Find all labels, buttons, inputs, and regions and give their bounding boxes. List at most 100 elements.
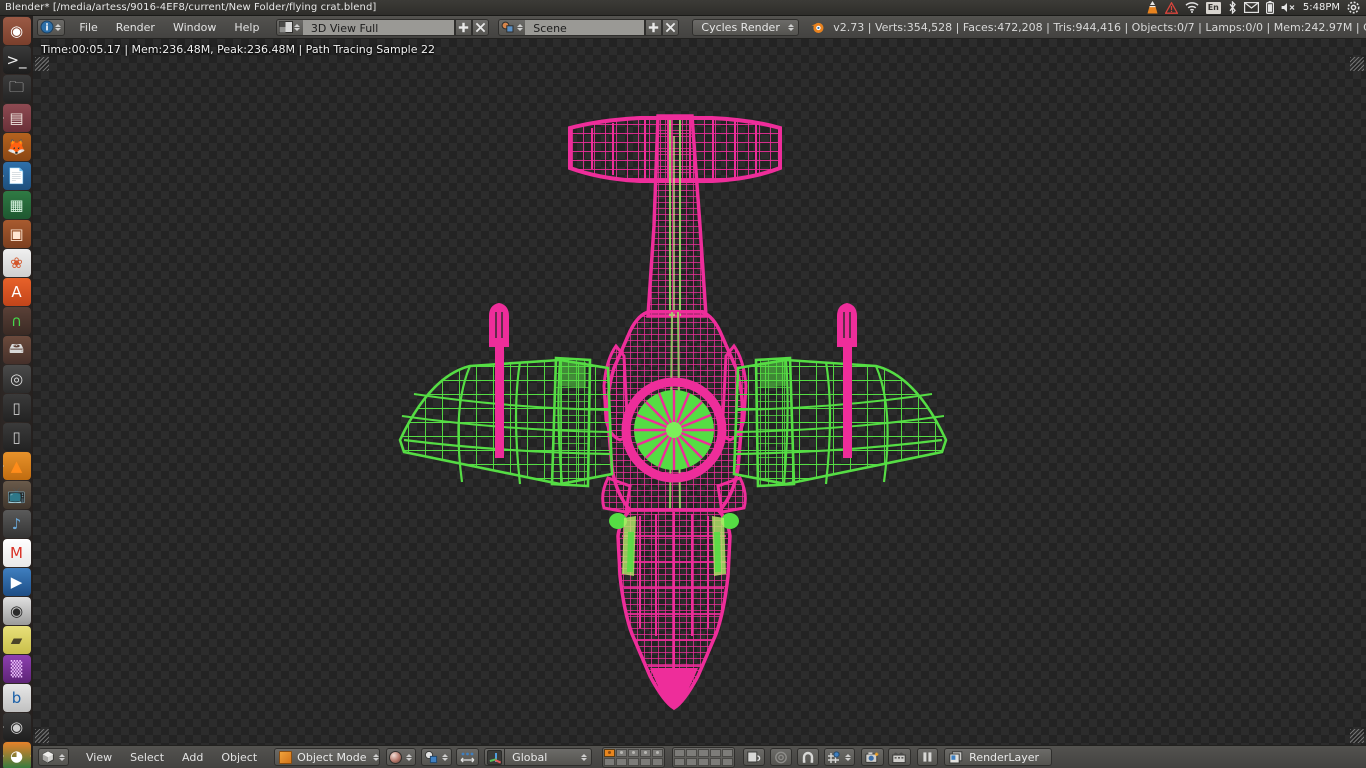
layer-cell-13[interactable] (628, 757, 640, 766)
scene-name[interactable]: Scene (525, 18, 646, 36)
scene-spinner[interactable] (515, 23, 524, 31)
scene-delete-button[interactable] (662, 18, 680, 36)
layer-row-bottom[interactable] (604, 757, 664, 766)
viewport-corner-handle-br[interactable] (1350, 729, 1364, 743)
render-still-button[interactable] (861, 748, 885, 766)
menu-add[interactable]: Add (173, 749, 212, 766)
layer-cell-7[interactable] (686, 748, 698, 757)
cd-drive-icon[interactable]: ◎ (2, 365, 31, 393)
viewport-corner-handle-tl[interactable] (35, 57, 49, 71)
orientation-dropdown[interactable]: Global (504, 748, 593, 766)
layer-cell-6[interactable] (674, 748, 686, 757)
ubuntu-dash-icon[interactable]: ◉ (2, 17, 31, 45)
menu-object[interactable]: Object (212, 749, 266, 766)
scene-selector[interactable]: Scene (498, 18, 680, 36)
lock-camera-button[interactable] (743, 748, 766, 766)
3d-viewport[interactable]: Time:00:05.17 | Mem:236.48M, Peak:236.48… (33, 39, 1366, 745)
libreoffice-calc-icon[interactable]: ▦ (2, 191, 31, 219)
screen-layout-icon-button[interactable] (275, 18, 303, 36)
clock[interactable]: 5:48PM (1303, 2, 1340, 13)
pivot-spinner[interactable] (440, 753, 449, 761)
screen-layout-selector[interactable]: 3D View Full (275, 18, 489, 36)
layer-row-bottom[interactable] (674, 757, 734, 766)
menu-view[interactable]: View (77, 749, 121, 766)
equalizer-icon[interactable]: ▒ (2, 655, 31, 683)
layer-cell-20[interactable] (722, 757, 734, 766)
scene-icon-button[interactable] (498, 18, 526, 36)
media-player-icon[interactable]: ▶ (2, 568, 31, 596)
scene-layers-block-2[interactable] (672, 746, 736, 768)
camera-icon[interactable]: ◉ (2, 713, 31, 741)
webcam-icon[interactable]: ◉ (2, 597, 31, 625)
menu-render[interactable]: Render (107, 19, 164, 36)
render-engine-dropdown[interactable]: Cycles Render (692, 18, 800, 36)
screen-layout-name[interactable]: 3D View Full (302, 18, 455, 36)
scene-add-button[interactable] (645, 18, 663, 36)
menu-window[interactable]: Window (164, 19, 225, 36)
layer-cell-10[interactable] (722, 748, 734, 757)
editor-type-spinner[interactable] (57, 753, 66, 761)
usb-drive-icon[interactable]: 🖴 (2, 336, 31, 364)
layer-cell-18[interactable] (698, 757, 710, 766)
tv-icon[interactable]: 📺 (2, 481, 31, 509)
layer-cell-8[interactable] (698, 748, 710, 757)
menu-help[interactable]: Help (225, 19, 268, 36)
layer-cell-3[interactable] (628, 748, 640, 757)
manipulator-toggle-button[interactable] (456, 748, 480, 766)
firefox-icon[interactable]: 🦊 (2, 133, 31, 161)
pause-render-button[interactable] (917, 748, 939, 766)
warning-triangle-icon[interactable] (1164, 1, 1178, 15)
volume-mute-icon[interactable] (1281, 1, 1296, 15)
layer-cell-5[interactable] (652, 748, 664, 757)
archive-manager-icon[interactable]: ▤ (2, 104, 31, 132)
screen-layout-add-button[interactable] (454, 18, 472, 36)
render-layer-dropdown[interactable]: RenderLayer (944, 748, 1053, 766)
terminal-icon[interactable]: >_ (2, 46, 31, 74)
layer-cell-14[interactable] (640, 757, 652, 766)
vlc-icon[interactable]: ▲ (2, 452, 31, 480)
manipulator-translate-button[interactable] (484, 748, 505, 766)
layer-cell-9[interactable] (710, 748, 722, 757)
blue-b-icon[interactable]: b (2, 684, 31, 712)
layer-cell-15[interactable] (652, 757, 664, 766)
device-phone-icon[interactable]: ▯ (2, 394, 31, 422)
gmail-icon[interactable]: M (2, 539, 31, 567)
pivot-point-dropdown[interactable] (421, 748, 453, 766)
snap-target-dropdown[interactable] (824, 748, 856, 766)
viewport-shading-dropdown[interactable] (386, 748, 417, 766)
snap-target-spinner[interactable] (843, 753, 852, 761)
envelope-icon[interactable] (1243, 1, 1259, 15)
editor-type-info-button[interactable] (36, 18, 65, 36)
transform-orientation-selector[interactable]: Global (484, 748, 593, 766)
viewport-corner-handle-bl[interactable] (35, 729, 49, 743)
proportional-edit-button[interactable] (770, 748, 793, 766)
editor-type-spinner[interactable] (54, 23, 63, 31)
layer-cell-4[interactable] (640, 748, 652, 757)
headphones-icon[interactable]: ∩ (2, 307, 31, 335)
wifi-icon[interactable] (1185, 1, 1199, 15)
color-wheel-icon[interactable]: ❀ (2, 249, 31, 277)
layer-cell-11[interactable] (604, 757, 616, 766)
vlc-cone-icon[interactable] (1147, 1, 1158, 15)
layer-cell-17[interactable] (686, 757, 698, 766)
files-icon[interactable]: 🗀 (2, 75, 31, 103)
libreoffice-impress-icon[interactable]: ▣ (2, 220, 31, 248)
shading-spinner[interactable] (404, 753, 413, 761)
gear-icon[interactable] (1347, 1, 1360, 15)
keyboard-layout-icon[interactable]: En (1205, 1, 1221, 15)
scene-layers-block-1[interactable] (602, 746, 666, 768)
orientation-spinner[interactable] (579, 753, 588, 761)
layer-cell-2[interactable] (616, 748, 628, 757)
ubuntu-software-icon[interactable]: A (2, 278, 31, 306)
layer-cell-16[interactable] (674, 757, 686, 766)
music-icon[interactable]: ♪ (2, 510, 31, 538)
blender-app-icon[interactable]: ◕ (2, 742, 31, 768)
layer-cell-19[interactable] (710, 757, 722, 766)
interaction-mode-spinner[interactable] (371, 753, 380, 761)
render-animation-button[interactable] (888, 748, 912, 766)
device-phone-2-icon[interactable]: ▯ (2, 423, 31, 451)
layer-row-top[interactable] (604, 748, 664, 757)
menu-file[interactable]: File (70, 19, 106, 36)
editor-type-3dview-button[interactable] (38, 748, 69, 766)
screen-layout-delete-button[interactable] (471, 18, 489, 36)
